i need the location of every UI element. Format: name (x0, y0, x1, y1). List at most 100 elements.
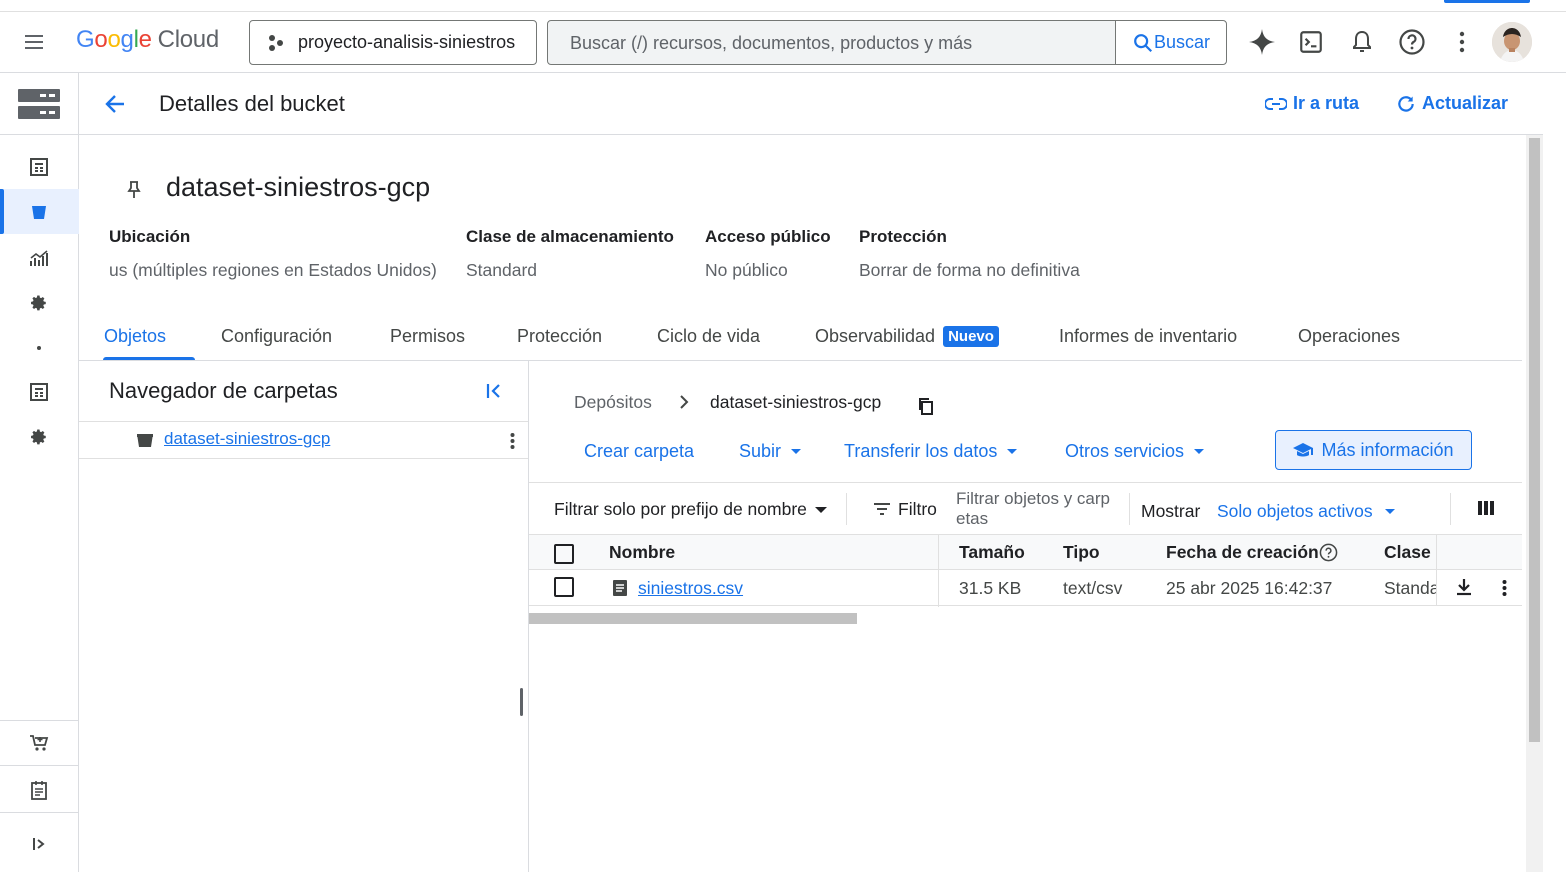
download-icon[interactable] (1455, 578, 1473, 596)
top-accent-line (1444, 0, 1530, 3)
notifications-icon[interactable] (1346, 26, 1378, 58)
other-services-button[interactable]: Otros servicios (1065, 441, 1205, 462)
main-menu-icon[interactable] (22, 30, 46, 54)
tab-protection[interactable]: Protección (517, 326, 602, 347)
copy-icon[interactable] (918, 397, 934, 415)
column-size[interactable]: Tamaño (959, 542, 1025, 563)
select-all-checkbox[interactable] (554, 544, 574, 564)
column-created[interactable]: Fecha de creación (1166, 542, 1319, 563)
column-class[interactable]: Clase (1384, 542, 1436, 563)
project-picker[interactable]: proyecto-analisis-siniestros (249, 20, 537, 65)
search-bar[interactable]: Buscar (/) recursos, documentos, product… (547, 20, 1227, 65)
resize-handle[interactable] (520, 688, 523, 716)
search-input[interactable]: Buscar (/) recursos, documentos, product… (548, 21, 1115, 64)
show-dropdown[interactable]: Solo objetos activos (1217, 501, 1395, 522)
file-class: Standa (1384, 578, 1436, 598)
overview-icon[interactable] (27, 155, 51, 179)
search-icon (1134, 33, 1153, 52)
tab-observability[interactable]: Observabilidad Nuevo (815, 326, 999, 347)
tab-inventory-reports[interactable]: Informes de inventario (1059, 326, 1237, 347)
collapse-panel-icon[interactable] (485, 382, 503, 400)
pin-icon[interactable] (126, 181, 142, 199)
more-info-button[interactable]: Más información (1275, 430, 1472, 470)
upload-label: Subir (739, 441, 782, 461)
folder-tree-link[interactable]: dataset-siniestros-gcp (164, 429, 330, 449)
more-vert-icon[interactable] (1502, 579, 1507, 597)
project-icon (266, 33, 286, 53)
filter-input[interactable]: Filtrar objetos y carp etas (956, 489, 1110, 529)
more-vert-icon[interactable] (510, 432, 515, 450)
refresh-button[interactable]: Actualizar (1396, 93, 1508, 114)
expand-rail-icon[interactable] (27, 832, 51, 856)
show-label: Mostrar (1141, 501, 1201, 521)
file-icon (612, 579, 628, 597)
info-label: Clase de almacenamiento (466, 227, 674, 246)
new-badge: Nuevo (943, 326, 999, 347)
row-checkbox[interactable] (554, 577, 574, 597)
caret-down-icon (1007, 449, 1018, 454)
bucket-icon[interactable] (27, 200, 51, 224)
marketplace-icon[interactable] (27, 731, 51, 755)
horizontal-scrollbar[interactable] (529, 613, 857, 624)
tab-bar: Objetos Configuración Permisos Protecció… (79, 318, 1522, 361)
show-dropdown-value: Solo objetos activos (1217, 501, 1373, 521)
breadcrumb-root[interactable]: Depósitos (574, 392, 652, 413)
link-icon (1265, 97, 1287, 110)
logo-google-text: Google (76, 26, 152, 53)
tab-lifecycle[interactable]: Ciclo de vida (657, 326, 760, 347)
active-tab-indicator (103, 357, 195, 360)
filter-bar: Filtrar solo por prefijo de nombre Filtr… (529, 482, 1522, 534)
more-vert-icon[interactable] (1446, 26, 1478, 58)
upload-button[interactable]: Subir (739, 441, 802, 462)
configuration-icon[interactable] (27, 425, 51, 449)
tab-operations[interactable]: Operaciones (1298, 326, 1400, 347)
logo-cloud-text: Cloud (157, 26, 220, 53)
column-name[interactable]: Nombre (609, 542, 675, 563)
column-display-icon[interactable] (1478, 501, 1494, 515)
search-button[interactable]: Buscar (1115, 21, 1226, 64)
browser-top-strip (0, 0, 1566, 12)
back-arrow-icon[interactable] (103, 92, 127, 116)
monitoring-icon[interactable] (27, 246, 51, 270)
file-name-link[interactable]: siniestros.csv (638, 578, 743, 599)
tab-objects[interactable]: Objetos (104, 326, 166, 347)
caret-down-icon (814, 506, 827, 513)
prefix-filter-label: Filtrar solo por prefijo de nombre (554, 499, 807, 519)
page-title: Detalles del bucket (159, 91, 345, 116)
gemini-icon[interactable] (1246, 26, 1278, 58)
help-icon[interactable] (1319, 543, 1338, 562)
rail-dot (37, 346, 41, 350)
file-type: text/csv (1063, 578, 1123, 598)
column-type[interactable]: Tipo (1063, 542, 1100, 563)
create-folder-button[interactable]: Crear carpeta (584, 441, 694, 462)
folder-tree-item[interactable]: dataset-siniestros-gcp (79, 421, 528, 459)
table-row[interactable]: siniestros.csv 31.5 KB text/csv 25 abr 2… (529, 570, 1522, 606)
refresh-label: Actualizar (1422, 93, 1509, 113)
prefix-filter-dropdown[interactable]: Filtrar solo por prefijo de nombre (554, 499, 827, 520)
caret-down-icon (1194, 449, 1205, 454)
settings-icon[interactable] (27, 291, 51, 315)
google-cloud-logo[interactable]: Google Cloud (76, 26, 219, 54)
avatar[interactable] (1492, 22, 1532, 62)
breadcrumb-current: dataset-siniestros-gcp (710, 392, 882, 412)
filter-list-icon[interactable] (873, 502, 891, 516)
transfer-data-button[interactable]: Transferir los datos (844, 441, 1018, 462)
caret-down-icon (1384, 509, 1395, 514)
cloud-shell-icon[interactable] (1295, 26, 1327, 58)
page-scrollbar-thumb[interactable] (1529, 138, 1540, 742)
table-header: Nombre Tamaño Tipo Fecha de creación Cla… (529, 534, 1522, 607)
tab-configuration[interactable]: Configuración (221, 326, 332, 347)
storage-product-icon[interactable] (18, 87, 60, 121)
filter-placeholder-line1: Filtrar objetos y carp (956, 489, 1110, 508)
help-icon[interactable] (1396, 26, 1428, 58)
project-name: proyecto-analisis-siniestros (298, 32, 516, 52)
info-public-access: Acceso público No público (705, 227, 831, 281)
info-label: Ubicación (109, 227, 191, 246)
tab-permissions[interactable]: Permisos (390, 326, 465, 347)
column-divider (1436, 535, 1437, 571)
info-value: Borrar de forma no definitiva (859, 260, 1080, 280)
release-notes-icon[interactable] (27, 778, 51, 802)
dashboard-icon[interactable] (27, 380, 51, 404)
go-to-path-link[interactable]: Ir a ruta (1265, 93, 1359, 114)
filter-placeholder-line2: etas (956, 509, 989, 528)
